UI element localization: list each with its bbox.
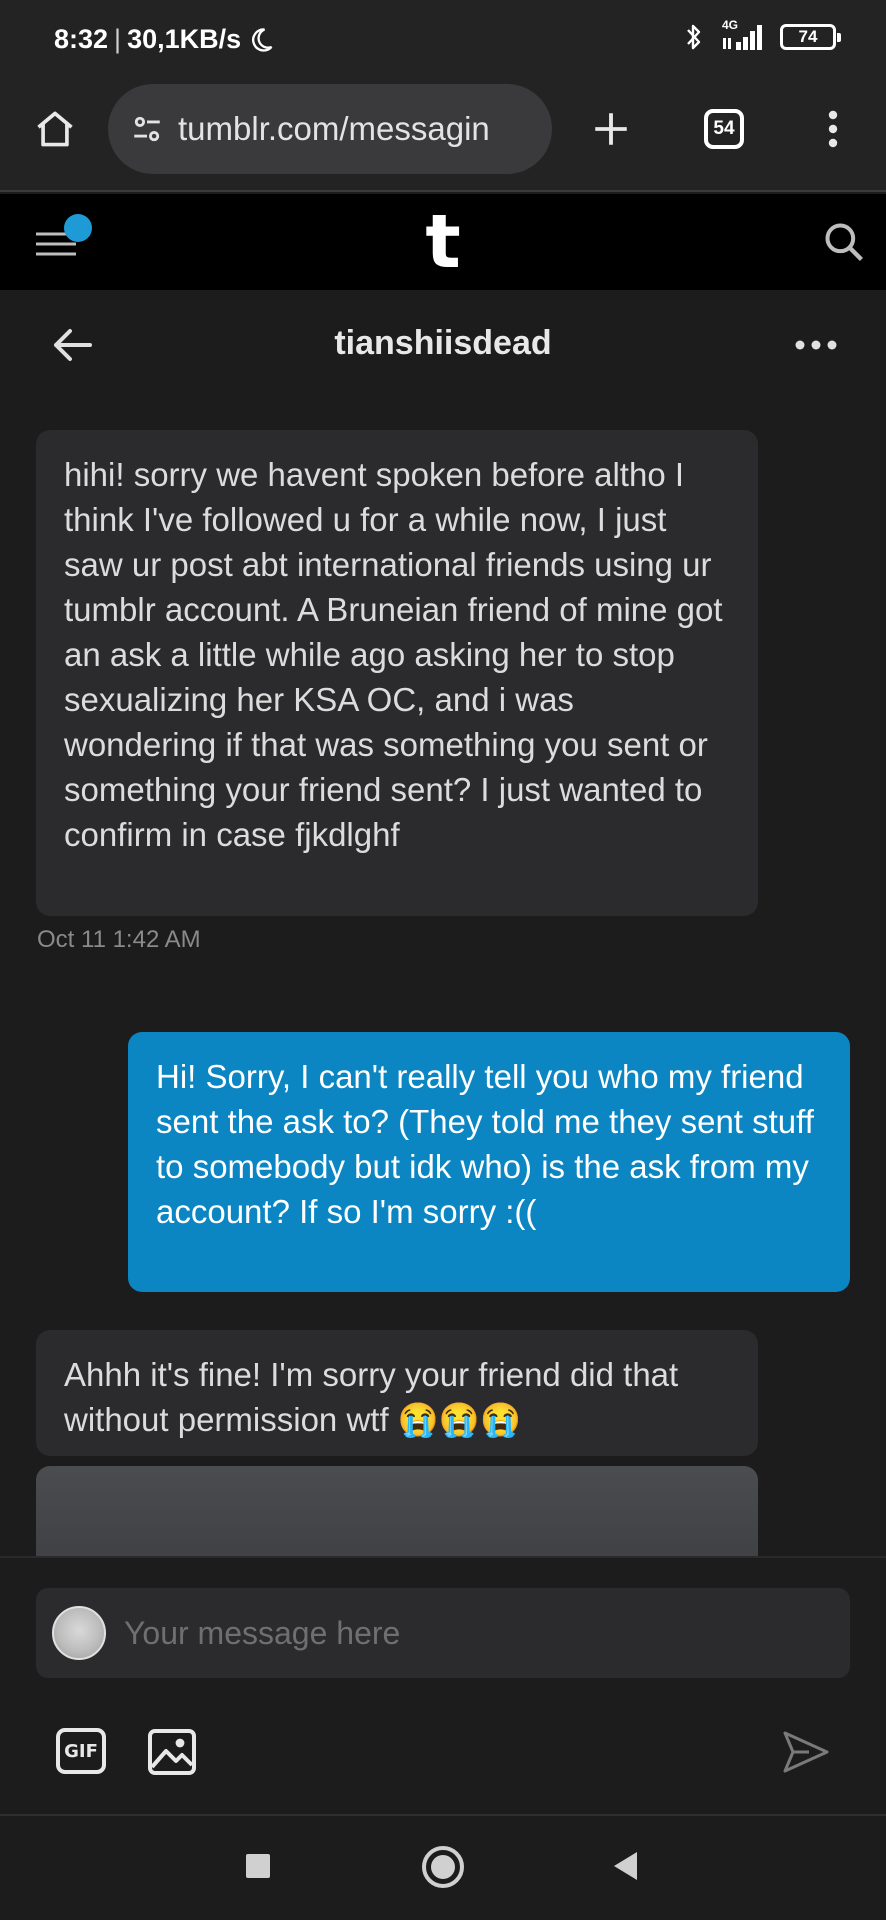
conversation-header: tianshiisdead bbox=[0, 290, 886, 398]
send-icon bbox=[783, 1731, 829, 1773]
message-bubble-incoming[interactable]: Ahhh it's fine! I'm sorry your friend di… bbox=[36, 1330, 758, 1456]
android-nav-bar bbox=[0, 1814, 886, 1920]
message-timestamp: Oct 11 1:42 AM bbox=[37, 926, 201, 953]
media-message-placeholder[interactable] bbox=[36, 1466, 758, 1556]
address-bar[interactable]: tumblr.com/messagin bbox=[108, 84, 552, 174]
message-text: hihi! sorry we havent spoken before alth… bbox=[64, 456, 723, 853]
tab-count: 54 bbox=[704, 109, 744, 149]
more-horiz-icon bbox=[795, 340, 837, 350]
more-vert-icon bbox=[828, 110, 838, 148]
circle-home-icon bbox=[422, 1846, 464, 1888]
bluetooth-icon bbox=[687, 24, 701, 50]
notification-dot bbox=[64, 214, 92, 242]
search-icon bbox=[825, 223, 863, 261]
message-composer: Your message here GIF bbox=[0, 1556, 886, 1814]
browser-menu-button[interactable] bbox=[808, 100, 858, 158]
status-left: 8:32 | 30,1KB/s bbox=[54, 24, 275, 55]
home-icon bbox=[37, 111, 73, 147]
tune-icon[interactable] bbox=[130, 112, 164, 146]
moon-icon bbox=[252, 27, 273, 52]
screen: 8:32 | 30,1KB/s 4G 74 tumblr.com/messagi… bbox=[0, 0, 886, 1920]
battery-level: 74 bbox=[798, 27, 818, 46]
composer-tools: GIF bbox=[0, 1706, 886, 1796]
send-button[interactable] bbox=[776, 1722, 836, 1782]
home-button[interactable] bbox=[30, 100, 80, 158]
message-bubble-outgoing[interactable]: Hi! Sorry, I can't really tell you who m… bbox=[128, 1032, 850, 1292]
gif-label: GIF bbox=[64, 1740, 98, 1762]
message-input-placeholder: Your message here bbox=[124, 1614, 401, 1651]
conversation-title: tianshiisdead bbox=[334, 324, 552, 362]
status-separator: | bbox=[114, 24, 122, 54]
image-button[interactable] bbox=[144, 1724, 200, 1780]
battery-icon: 74 bbox=[780, 24, 841, 50]
search-button[interactable] bbox=[818, 216, 870, 268]
status-bar: 8:32 | 30,1KB/s 4G 74 bbox=[0, 0, 886, 84]
square-icon bbox=[246, 1854, 270, 1878]
status-right: 4G 74 bbox=[684, 18, 841, 52]
tab-switcher-button[interactable]: 54 bbox=[698, 100, 750, 158]
tumblr-logo[interactable]: t bbox=[420, 204, 466, 280]
nav-home-button[interactable] bbox=[418, 1842, 468, 1892]
url-text[interactable]: tumblr.com/messagin bbox=[178, 110, 490, 148]
message-text: Hi! Sorry, I can't really tell you who m… bbox=[156, 1058, 814, 1230]
message-input[interactable]: Your message here bbox=[36, 1588, 850, 1678]
plus-icon bbox=[595, 113, 627, 145]
message-bubble-incoming[interactable]: hihi! sorry we havent spoken before alth… bbox=[36, 430, 758, 916]
status-speed: 30,1KB/s bbox=[127, 24, 242, 54]
message-list: hihi! sorry we havent spoken before alth… bbox=[0, 398, 886, 1556]
image-icon bbox=[148, 1729, 196, 1775]
new-tab-button[interactable] bbox=[586, 100, 636, 158]
recents-button[interactable] bbox=[236, 1844, 280, 1888]
triangle-back-icon bbox=[614, 1852, 637, 1880]
status-time: 8:32 bbox=[54, 24, 109, 54]
avatar bbox=[52, 1606, 106, 1660]
signal-icon bbox=[723, 25, 762, 50]
conversation-options-button[interactable] bbox=[788, 318, 844, 372]
signal-group: 4G bbox=[718, 18, 766, 52]
tumblr-header: t bbox=[0, 194, 886, 290]
gif-button[interactable]: GIF bbox=[56, 1728, 106, 1774]
browser-toolbar: tumblr.com/messagin 54 bbox=[0, 84, 886, 192]
nav-back-button[interactable] bbox=[604, 1844, 648, 1888]
message-text: Ahhh it's fine! I'm sorry your friend di… bbox=[64, 1356, 679, 1438]
